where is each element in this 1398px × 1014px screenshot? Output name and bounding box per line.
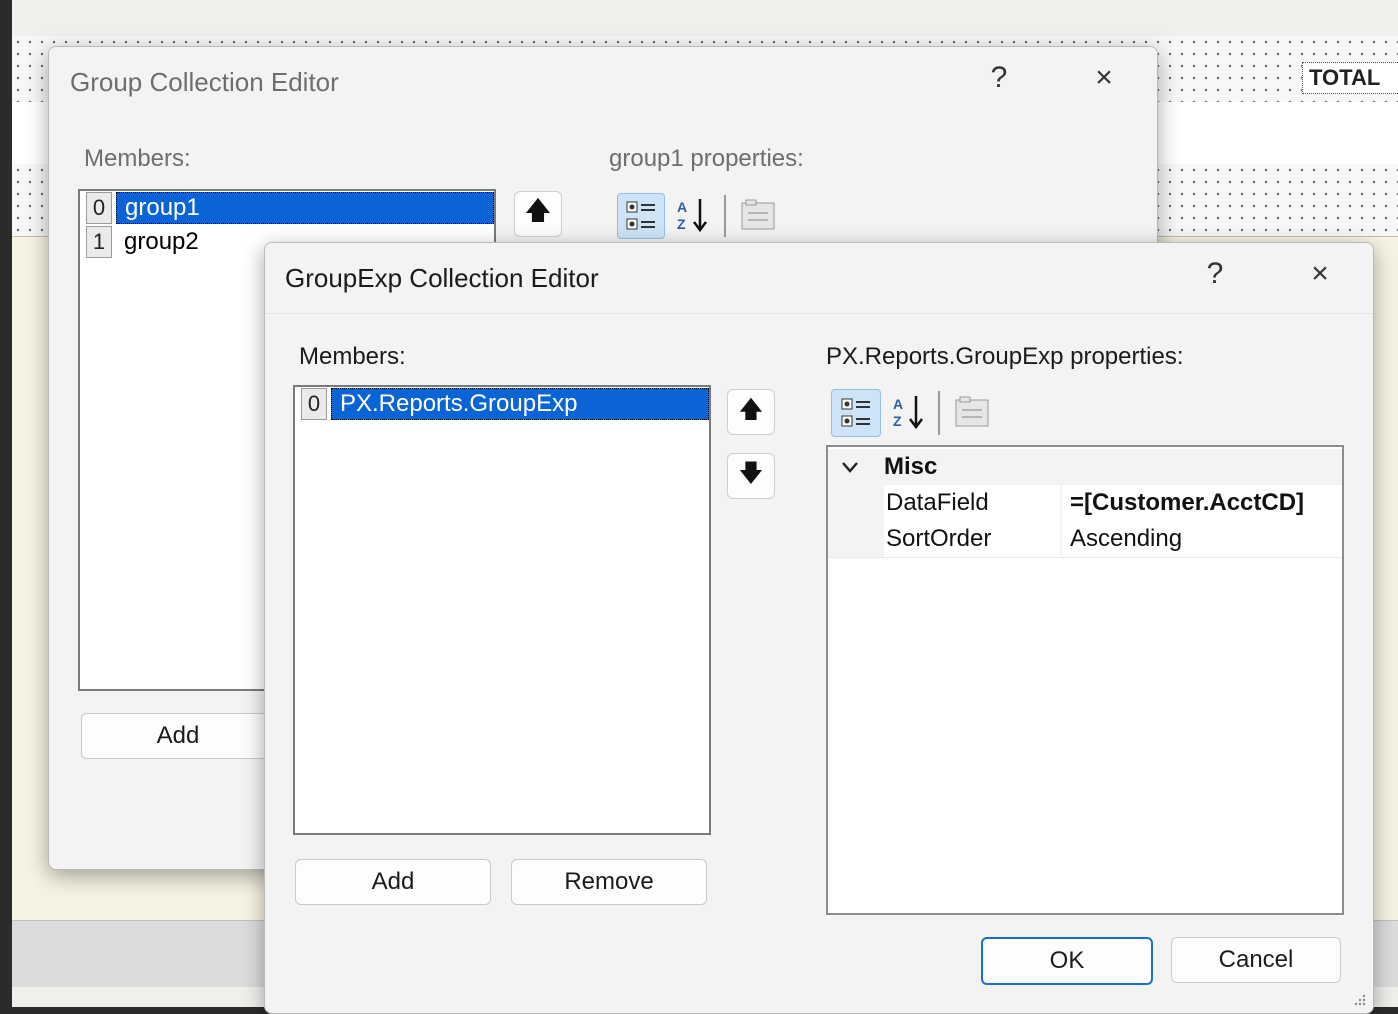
remove-button[interactable]: Remove bbox=[511, 859, 707, 905]
categorized-icon bbox=[841, 398, 870, 427]
members-label: Members: bbox=[84, 145, 191, 172]
cancel-button[interactable]: Cancel bbox=[1171, 937, 1341, 983]
categorized-button[interactable] bbox=[617, 193, 665, 239]
property-pages-icon bbox=[955, 396, 989, 427]
svg-text:Z: Z bbox=[677, 216, 686, 232]
ok-button[interactable]: OK bbox=[981, 937, 1153, 985]
title-bar: Group Collection Editor ? × bbox=[49, 47, 1157, 117]
svg-text:A: A bbox=[893, 396, 903, 412]
members-listbox[interactable]: 0 PX.Reports.GroupExp bbox=[293, 385, 711, 835]
members-label: Members: bbox=[299, 343, 406, 370]
item-index: 1 bbox=[86, 226, 112, 258]
property-value[interactable]: Ascending bbox=[1062, 525, 1182, 553]
move-up-button[interactable]: 🡅 bbox=[514, 191, 562, 237]
arrow-down-icon: 🡇 bbox=[738, 459, 764, 487]
help-icon[interactable]: ? bbox=[1195, 257, 1235, 297]
arrow-up-icon: 🡅 bbox=[524, 195, 552, 225]
add-button[interactable]: Add bbox=[81, 713, 275, 759]
chevron-down-icon[interactable] bbox=[828, 460, 872, 474]
add-button[interactable]: Add bbox=[295, 859, 491, 905]
property-name: SortOrder bbox=[886, 525, 992, 552]
category-row-misc[interactable]: Misc bbox=[828, 449, 1342, 485]
arrow-up-icon: 🡅 bbox=[738, 395, 764, 423]
property-row-sortorder[interactable]: SortOrder Ascending bbox=[828, 521, 1342, 557]
item-label: group1 bbox=[116, 192, 494, 224]
title-bar: GroupExp Collection Editor ? × bbox=[265, 243, 1373, 314]
dialog-title: Group Collection Editor bbox=[70, 67, 339, 97]
categorized-button[interactable] bbox=[831, 389, 881, 437]
list-item[interactable]: 0 group1 bbox=[80, 191, 494, 225]
property-pages-icon bbox=[741, 199, 775, 230]
svg-text:A: A bbox=[677, 199, 687, 215]
property-value[interactable]: =[Customer.AcctCD] bbox=[1062, 489, 1304, 517]
property-pages-button[interactable] bbox=[735, 193, 781, 237]
move-up-button[interactable]: 🡅 bbox=[727, 389, 775, 435]
property-pages-button[interactable] bbox=[949, 389, 995, 435]
total-label-field[interactable]: TOTAL bbox=[1302, 62, 1398, 94]
help-icon[interactable]: ? bbox=[979, 61, 1019, 101]
properties-label: PX.Reports.GroupExp properties: bbox=[826, 343, 1184, 370]
close-icon[interactable]: × bbox=[1295, 257, 1345, 297]
item-index: 0 bbox=[301, 388, 327, 420]
sort-alphabetical-button[interactable]: A Z bbox=[669, 193, 715, 237]
svg-text:Z: Z bbox=[893, 413, 902, 429]
move-down-button[interactable]: 🡇 bbox=[727, 453, 775, 499]
item-index: 0 bbox=[86, 192, 112, 224]
item-label: PX.Reports.GroupExp bbox=[331, 388, 709, 420]
property-row-datafield[interactable]: DataField =[Customer.AcctCD] bbox=[828, 485, 1342, 521]
list-item[interactable]: 0 PX.Reports.GroupExp bbox=[295, 387, 709, 421]
properties-label: group1 properties: bbox=[609, 145, 804, 172]
property-name: DataField bbox=[886, 489, 989, 516]
sort-alphabetical-button[interactable]: A Z bbox=[885, 389, 931, 435]
close-icon[interactable]: × bbox=[1079, 61, 1129, 101]
sort-az-icon: A Z bbox=[893, 396, 923, 430]
category-label: Misc bbox=[884, 453, 938, 480]
groupexp-collection-editor-dialog: GroupExp Collection Editor ? × Members: … bbox=[264, 242, 1374, 1014]
property-grid[interactable]: Misc DataField =[Customer.AcctCD] SortOr… bbox=[826, 445, 1344, 915]
categorized-icon bbox=[626, 201, 655, 230]
sort-az-icon: A Z bbox=[677, 199, 707, 233]
dialog-title: GroupExp Collection Editor bbox=[285, 263, 599, 293]
resize-grip-icon[interactable] bbox=[1351, 991, 1367, 1007]
